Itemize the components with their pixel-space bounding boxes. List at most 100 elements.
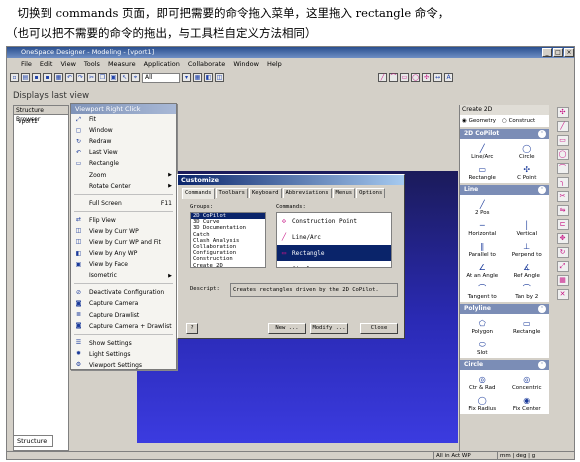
radio-geometry[interactable]: ◉ Geometry [462, 118, 496, 124]
tab-options[interactable]: Options [356, 188, 386, 198]
context-item-last-view[interactable]: ↶ Last View [71, 147, 176, 158]
delete-icon[interactable]: ✕ [556, 289, 569, 300]
context-item-deactivate-configuration[interactable]: ⊘ Deactivate Configuration [71, 287, 176, 298]
context-item-capture-camera[interactable]: ◙ Capture Camera [71, 298, 176, 309]
cut-icon[interactable]: ✂ [87, 73, 96, 82]
close-dialog-button[interactable]: Close [360, 323, 398, 334]
collapse-icon[interactable]: ⌃ [538, 305, 546, 313]
tool-parallel-to[interactable]: ∥ Parallel to [460, 238, 505, 259]
line-icon[interactable]: ╱ [556, 121, 569, 132]
close-button[interactable]: × [564, 48, 574, 57]
save-icon[interactable]: ▪ [32, 73, 41, 82]
trim-icon[interactable]: ✂ [556, 191, 569, 202]
collapse-icon[interactable]: ⌃ [538, 361, 546, 369]
tab-structure[interactable]: Structure [13, 435, 53, 447]
undo-icon[interactable]: ↶ [65, 73, 74, 82]
mirror-icon[interactable]: ⇋ [556, 205, 569, 216]
point-tool-icon[interactable]: ✣ [422, 73, 431, 82]
tool-rectangle[interactable]: ▭ Rectangle [505, 315, 550, 336]
radio-construct[interactable]: ○ Construct [502, 118, 535, 124]
menu-tools[interactable]: Tools [84, 60, 100, 68]
tab-commands[interactable]: Commands [182, 188, 215, 199]
modify-button[interactable]: Modify ... [310, 323, 348, 334]
rect-icon[interactable]: ▭ [556, 135, 569, 146]
text-tool-icon[interactable]: A [444, 73, 453, 82]
open-icon[interactable]: ▤ [21, 73, 30, 82]
maximize-button[interactable]: □ [553, 48, 563, 57]
context-item-rectangle[interactable]: ▭ Rectangle [71, 158, 176, 169]
context-item-view-by-curr-wp-and-fit[interactable]: ◫ View by Curr WP and Fit [71, 237, 176, 248]
move-icon[interactable]: ✥ [556, 233, 569, 244]
filter-select[interactable]: All [142, 72, 180, 83]
context-item-view-by-face[interactable]: ▣ View by Face [71, 259, 176, 270]
context-item-window[interactable]: ▢ Window [71, 125, 176, 136]
tool-ref-angle[interactable]: ∡ Ref Angle [505, 259, 550, 280]
context-item-capture-drawlist[interactable]: ≣ Capture Drawlist [71, 310, 176, 321]
context-item-light-settings[interactable]: ✹ Light Settings [71, 349, 176, 360]
redo-icon[interactable]: ↷ [76, 73, 85, 82]
menu-window[interactable]: Window [233, 60, 259, 68]
rect-tool-icon[interactable]: ▭ [400, 73, 409, 82]
tool-horizontal[interactable]: ─ Horizontal [460, 217, 505, 238]
arc-icon[interactable]: ⌒ [556, 163, 569, 174]
menu-collaborate[interactable]: Collaborate [188, 60, 225, 68]
tool-ctr-rad[interactable]: ◎ Ctr & Rad [460, 371, 505, 392]
offset-icon[interactable]: ⊏ [556, 219, 569, 230]
copy-icon[interactable]: ❐ [98, 73, 107, 82]
command-item-rectangle[interactable]: ▭ Rectangle [277, 245, 391, 261]
context-item-view-by-any-wp[interactable]: ◧ View by Any WP [71, 248, 176, 259]
fillet-icon[interactable]: ╮ [556, 177, 569, 188]
command-item-construction-point[interactable]: ✣ Construction Point [277, 213, 391, 229]
section-header-polyline[interactable]: Polyline ⌃ [460, 304, 549, 314]
context-item-zoom[interactable]: Zoom ▶ [71, 169, 176, 180]
tool-polygon[interactable]: ⬠ Polygon [460, 315, 505, 336]
group-item[interactable]: Create 2D [191, 263, 265, 267]
collapse-icon[interactable]: ⌃ [538, 130, 546, 138]
context-item-isometric[interactable]: Isometric ▶ [71, 270, 176, 281]
context-item-flip-view[interactable]: ⇄ Flip View [71, 215, 176, 226]
scale-icon[interactable]: ⤢ [556, 261, 569, 272]
select-icon[interactable]: ↖ [120, 73, 129, 82]
tool-at-an-angle[interactable]: ∠ At an Angle [460, 259, 505, 280]
tool-2-pos[interactable]: ╱ 2 Pos [460, 196, 505, 217]
context-item-capture-camera-drawlist[interactable]: ◙ Capture Camera + Drawlist [71, 321, 176, 332]
tool-perpend-to[interactable]: ⊥ Perpend to [505, 238, 550, 259]
tool-fix-center[interactable]: ◉ Fix Center [505, 392, 550, 413]
tool-slot[interactable]: ⬭ Slot [460, 336, 505, 357]
context-item-fit[interactable]: ⤢ Fit [71, 114, 176, 125]
circle-tool-icon[interactable]: ◯ [411, 73, 420, 82]
menu-help[interactable]: Help [267, 60, 282, 68]
tab-toolbars[interactable]: Toolbars [215, 188, 248, 198]
context-item-view-by-curr-wp[interactable]: ◫ View by Curr WP [71, 226, 176, 237]
context-item-full-screen[interactable]: Full Screen F11 [71, 198, 176, 209]
save-all-icon[interactable]: ▪ [43, 73, 52, 82]
menu-application[interactable]: Application [144, 60, 180, 68]
section-header-line[interactable]: Line ⌃ [460, 185, 549, 195]
grid-icon[interactable]: ▦ [193, 73, 202, 82]
arc-tool-icon[interactable]: ⌒ [389, 73, 398, 82]
menu-view[interactable]: View [60, 60, 75, 68]
tool-tan-by-2[interactable]: ⌒ Tan by 2 [505, 280, 550, 301]
context-item-viewport-settings[interactable]: ⚙ Viewport Settings [71, 360, 176, 371]
groups-list[interactable]: 2D CoPilot 3D Curve 3D Documentation Catch C… [190, 212, 266, 268]
menu-measure[interactable]: Measure [108, 60, 136, 68]
point-icon[interactable]: ✣ [556, 107, 569, 118]
print-icon[interactable]: ▦ [54, 73, 63, 82]
menu-edit[interactable]: Edit [40, 60, 53, 68]
new-icon[interactable]: ▫ [10, 73, 19, 82]
tool-fix-radius[interactable]: ◯ Fix Radius [460, 392, 505, 413]
tool-circle[interactable]: ◯ Circle [505, 140, 550, 161]
section-header-2d-copilot[interactable]: 2D CoPilot ⌃ [460, 129, 549, 139]
tab-menus[interactable]: Menus [332, 188, 356, 198]
pick-icon[interactable]: ⌖ [131, 73, 140, 82]
rotate-icon[interactable]: ↻ [556, 247, 569, 258]
tool-tangent-to[interactable]: ⌒ Tangent to [460, 280, 505, 301]
context-item-redraw[interactable]: ↻ Redraw [71, 136, 176, 147]
menu-file[interactable]: File [21, 60, 32, 68]
new-button[interactable]: New ... [268, 323, 306, 334]
help-button[interactable]: ? [186, 323, 198, 334]
commands-list[interactable]: ✣ Construction Point ╱ Line/Arc ▭ Rectangle ◯C… [276, 212, 392, 268]
context-item-show-settings[interactable]: ☰ Show Settings [71, 338, 176, 349]
line-tool-icon[interactable]: ╱ [378, 73, 387, 82]
layer-icon[interactable]: ◧ [204, 73, 213, 82]
